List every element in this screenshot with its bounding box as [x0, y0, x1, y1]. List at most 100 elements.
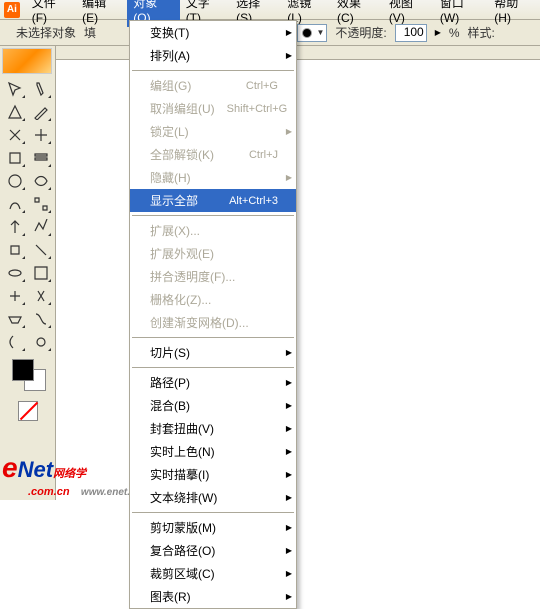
menu-item-shortcut: Alt+Ctrl+3 — [229, 195, 278, 207]
tool-button[interactable] — [2, 78, 27, 100]
menu-dropdown-item: 拼合透明度(F)... — [130, 265, 296, 288]
menu-item[interactable]: 编辑(E) — [76, 0, 127, 27]
menu-item-label: 编组(G) — [150, 77, 191, 94]
opacity-arrow-icon[interactable]: ▶ — [435, 28, 441, 37]
menu-dropdown-item[interactable]: 剪切蒙版(M) — [130, 516, 296, 539]
menu-dropdown-item[interactable]: 变换(T) — [130, 21, 296, 44]
selection-status: 未选择对象 — [16, 24, 76, 41]
tool-button[interactable] — [2, 308, 27, 330]
tool-button[interactable] — [2, 331, 27, 353]
menu-item-label: 路径(P) — [150, 374, 190, 391]
brush-combo[interactable] — [297, 24, 327, 42]
menu-dropdown-item[interactable]: 图表(R) — [130, 585, 296, 608]
menu-separator — [132, 512, 294, 513]
menu-dropdown-item[interactable]: 混合(B) — [130, 394, 296, 417]
menu-dropdown-item: 编组(G) Ctrl+G — [130, 74, 296, 97]
opacity-suffix: % — [449, 26, 460, 40]
tool-button[interactable] — [2, 170, 27, 192]
menu-item[interactable]: 窗口(W) — [434, 0, 488, 27]
menu-item-label: 裁剪区域(C) — [150, 565, 215, 582]
tool-button[interactable] — [2, 193, 27, 215]
menu-item[interactable]: 效果(C) — [331, 0, 383, 27]
menu-separator — [132, 215, 294, 216]
menu-item-label: 显示全部 — [150, 192, 198, 209]
menu-item-shortcut: Ctrl+J — [249, 149, 278, 161]
menu-item-shortcut: Ctrl+G — [246, 80, 278, 92]
tool-button[interactable] — [28, 262, 53, 284]
menu-item-label: 切片(S) — [150, 344, 190, 361]
tool-button[interactable] — [2, 124, 27, 146]
tool-button[interactable] — [28, 239, 53, 261]
menu-dropdown-item[interactable]: 实时描摹(I) — [130, 463, 296, 486]
menu-dropdown-item[interactable]: 封套扭曲(V) — [130, 417, 296, 440]
menu-item[interactable]: 帮助(H) — [488, 0, 540, 27]
menu-item-label: 取消编组(U) — [150, 100, 215, 117]
tool-button[interactable] — [28, 308, 53, 330]
menu-dropdown-item[interactable]: 复合路径(O) — [130, 539, 296, 562]
menu-item-label: 变换(T) — [150, 24, 189, 41]
tool-button[interactable] — [2, 147, 27, 169]
toolbox — [0, 46, 56, 500]
tool-button[interactable] — [28, 170, 53, 192]
tool-button[interactable] — [28, 216, 53, 238]
menu-dropdown-item[interactable]: 实时上色(N) — [130, 440, 296, 463]
tool-button[interactable] — [28, 101, 53, 123]
menu-dropdown-item[interactable]: 裁剪区域(C) — [130, 562, 296, 585]
menu-dropdown-item[interactable]: 切片(S) — [130, 341, 296, 364]
menu-item[interactable]: 文件(F) — [26, 0, 76, 27]
menu-dropdown-item: 扩展外观(E) — [130, 242, 296, 265]
menu-item-label: 混合(B) — [150, 397, 190, 414]
tool-button[interactable] — [28, 285, 53, 307]
tool-button[interactable] — [2, 216, 27, 238]
menu-dropdown-item: 创建渐变网格(D)... — [130, 311, 296, 334]
foreground-color[interactable] — [12, 359, 34, 381]
menu-item-label: 扩展(X)... — [150, 222, 200, 239]
tool-button[interactable] — [28, 331, 53, 353]
menu-item-label: 创建渐变网格(D)... — [150, 314, 249, 331]
tool-button[interactable] — [28, 78, 53, 100]
menu-separator — [132, 367, 294, 368]
tool-button[interactable] — [28, 193, 53, 215]
fill-label: 填 — [84, 24, 96, 41]
menu-item-label: 实时描摹(I) — [150, 466, 209, 483]
tool-button[interactable] — [2, 285, 27, 307]
menu-dropdown-item: 栅格化(Z)... — [130, 288, 296, 311]
menu-item-label: 隐藏(H) — [150, 169, 191, 186]
opacity-label: 不透明度: — [335, 24, 386, 41]
menu-item-label: 剪切蒙版(M) — [150, 519, 216, 536]
tool-grid — [2, 78, 53, 353]
opacity-input[interactable]: 100 — [395, 24, 427, 42]
menu-separator — [132, 337, 294, 338]
menu-dropdown-item[interactable]: 文本绕排(W) — [130, 486, 296, 509]
menu-dropdown-item: 扩展(X)... — [130, 219, 296, 242]
menu-item-label: 复合路径(O) — [150, 542, 215, 559]
menu-dropdown-item: 全部解锁(K) Ctrl+J — [130, 143, 296, 166]
brush-swatch-icon — [302, 28, 312, 38]
tool-button[interactable] — [2, 262, 27, 284]
tool-button[interactable] — [2, 239, 27, 261]
color-swatches — [2, 359, 53, 389]
menu-item-label: 图表(R) — [150, 588, 191, 605]
menu-dropdown-item: 锁定(L) — [130, 120, 296, 143]
object-menu-dropdown: 变换(T) 排列(A) 编组(G) Ctrl+G 取消编组(U) Shift+Ctrl+G… — [129, 20, 297, 609]
none-color-icon[interactable] — [18, 401, 38, 421]
tool-button[interactable] — [28, 124, 53, 146]
menu-dropdown-item[interactable]: 路径(P) — [130, 371, 296, 394]
menu-dropdown-item[interactable]: 排列(A) — [130, 44, 296, 67]
color-thumbnail — [2, 48, 52, 74]
menu-item-shortcut: Shift+Ctrl+G — [227, 103, 288, 115]
menu-item-label: 扩展外观(E) — [150, 245, 214, 262]
menu-dropdown-item: 隐藏(H) — [130, 166, 296, 189]
menu-item-label: 文本绕排(W) — [150, 489, 217, 506]
menu-item-label: 拼合透明度(F)... — [150, 268, 235, 285]
menu-item-label: 栅格化(Z)... — [150, 291, 211, 308]
tool-button[interactable] — [28, 147, 53, 169]
tool-button[interactable] — [2, 101, 27, 123]
menu-item-label: 锁定(L) — [150, 123, 189, 140]
menu-item-label: 全部解锁(K) — [150, 146, 214, 163]
app-icon: Ai — [4, 2, 20, 18]
menu-item-label: 封套扭曲(V) — [150, 420, 214, 437]
menu-separator — [132, 70, 294, 71]
menu-item-label: 实时上色(N) — [150, 443, 215, 460]
menu-dropdown-item[interactable]: 显示全部 Alt+Ctrl+3 — [130, 189, 296, 212]
